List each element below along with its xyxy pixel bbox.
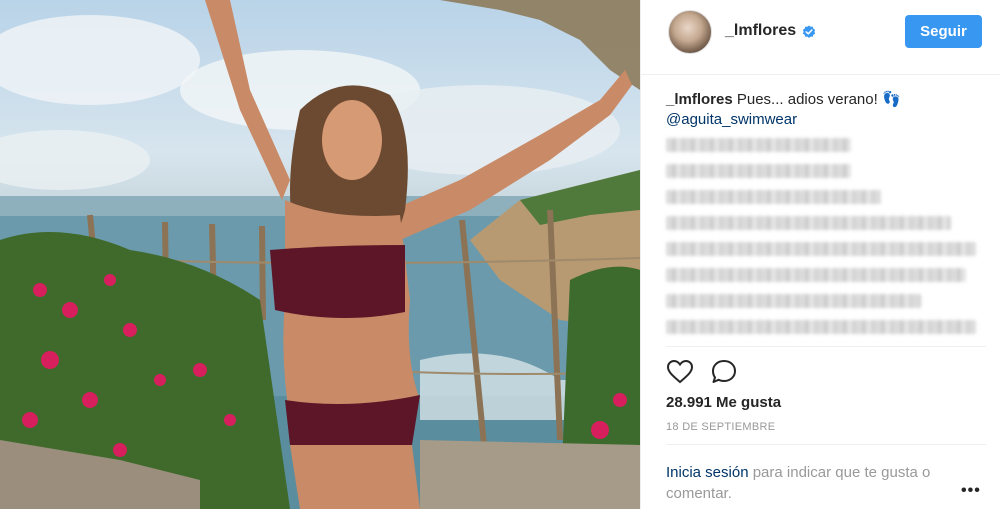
caption: _lmflores Pues... adios verano! 👣 @aguit… <box>666 90 986 130</box>
post-header: _lmflores Seguir <box>641 0 1000 75</box>
header-username[interactable]: _lmflores <box>725 22 796 40</box>
blurred-comment <box>666 320 976 334</box>
divider <box>666 444 986 445</box>
blurred-comment <box>666 268 966 282</box>
footprints-emoji: 👣 <box>881 91 901 108</box>
blurred-comment <box>666 138 851 152</box>
photo-scene-graphic <box>0 0 640 509</box>
blurred-comment <box>666 190 881 204</box>
heart-icon[interactable] <box>665 357 695 387</box>
post-date: 18 DE SEPTIEMBRE <box>666 421 776 433</box>
avatar[interactable] <box>668 10 712 54</box>
caption-username[interactable]: _lmflores <box>666 91 733 108</box>
blurred-comments <box>666 138 986 346</box>
caption-mention[interactable]: @aguita_swimwear <box>666 111 797 128</box>
caption-text: Pues... adios verano! <box>732 91 882 108</box>
blurred-comment <box>666 242 976 256</box>
login-link[interactable]: Inicia sesión <box>666 464 749 481</box>
more-options-icon[interactable]: ••• <box>961 482 981 500</box>
post-photo[interactable] <box>0 0 640 509</box>
login-prompt: Inicia sesión para indicar que te gusta … <box>666 462 966 504</box>
blurred-comment <box>666 216 951 230</box>
comment-icon[interactable] <box>709 357 739 387</box>
blurred-comment <box>666 294 921 308</box>
blurred-comment <box>666 164 851 178</box>
post-side-panel: _lmflores Seguir _lmflores Pues... adios… <box>640 0 1000 509</box>
follow-button[interactable]: Seguir <box>905 15 982 48</box>
likes-count[interactable]: 28.991 Me gusta <box>666 394 781 411</box>
verified-badge-icon <box>802 25 816 38</box>
divider <box>666 346 986 347</box>
